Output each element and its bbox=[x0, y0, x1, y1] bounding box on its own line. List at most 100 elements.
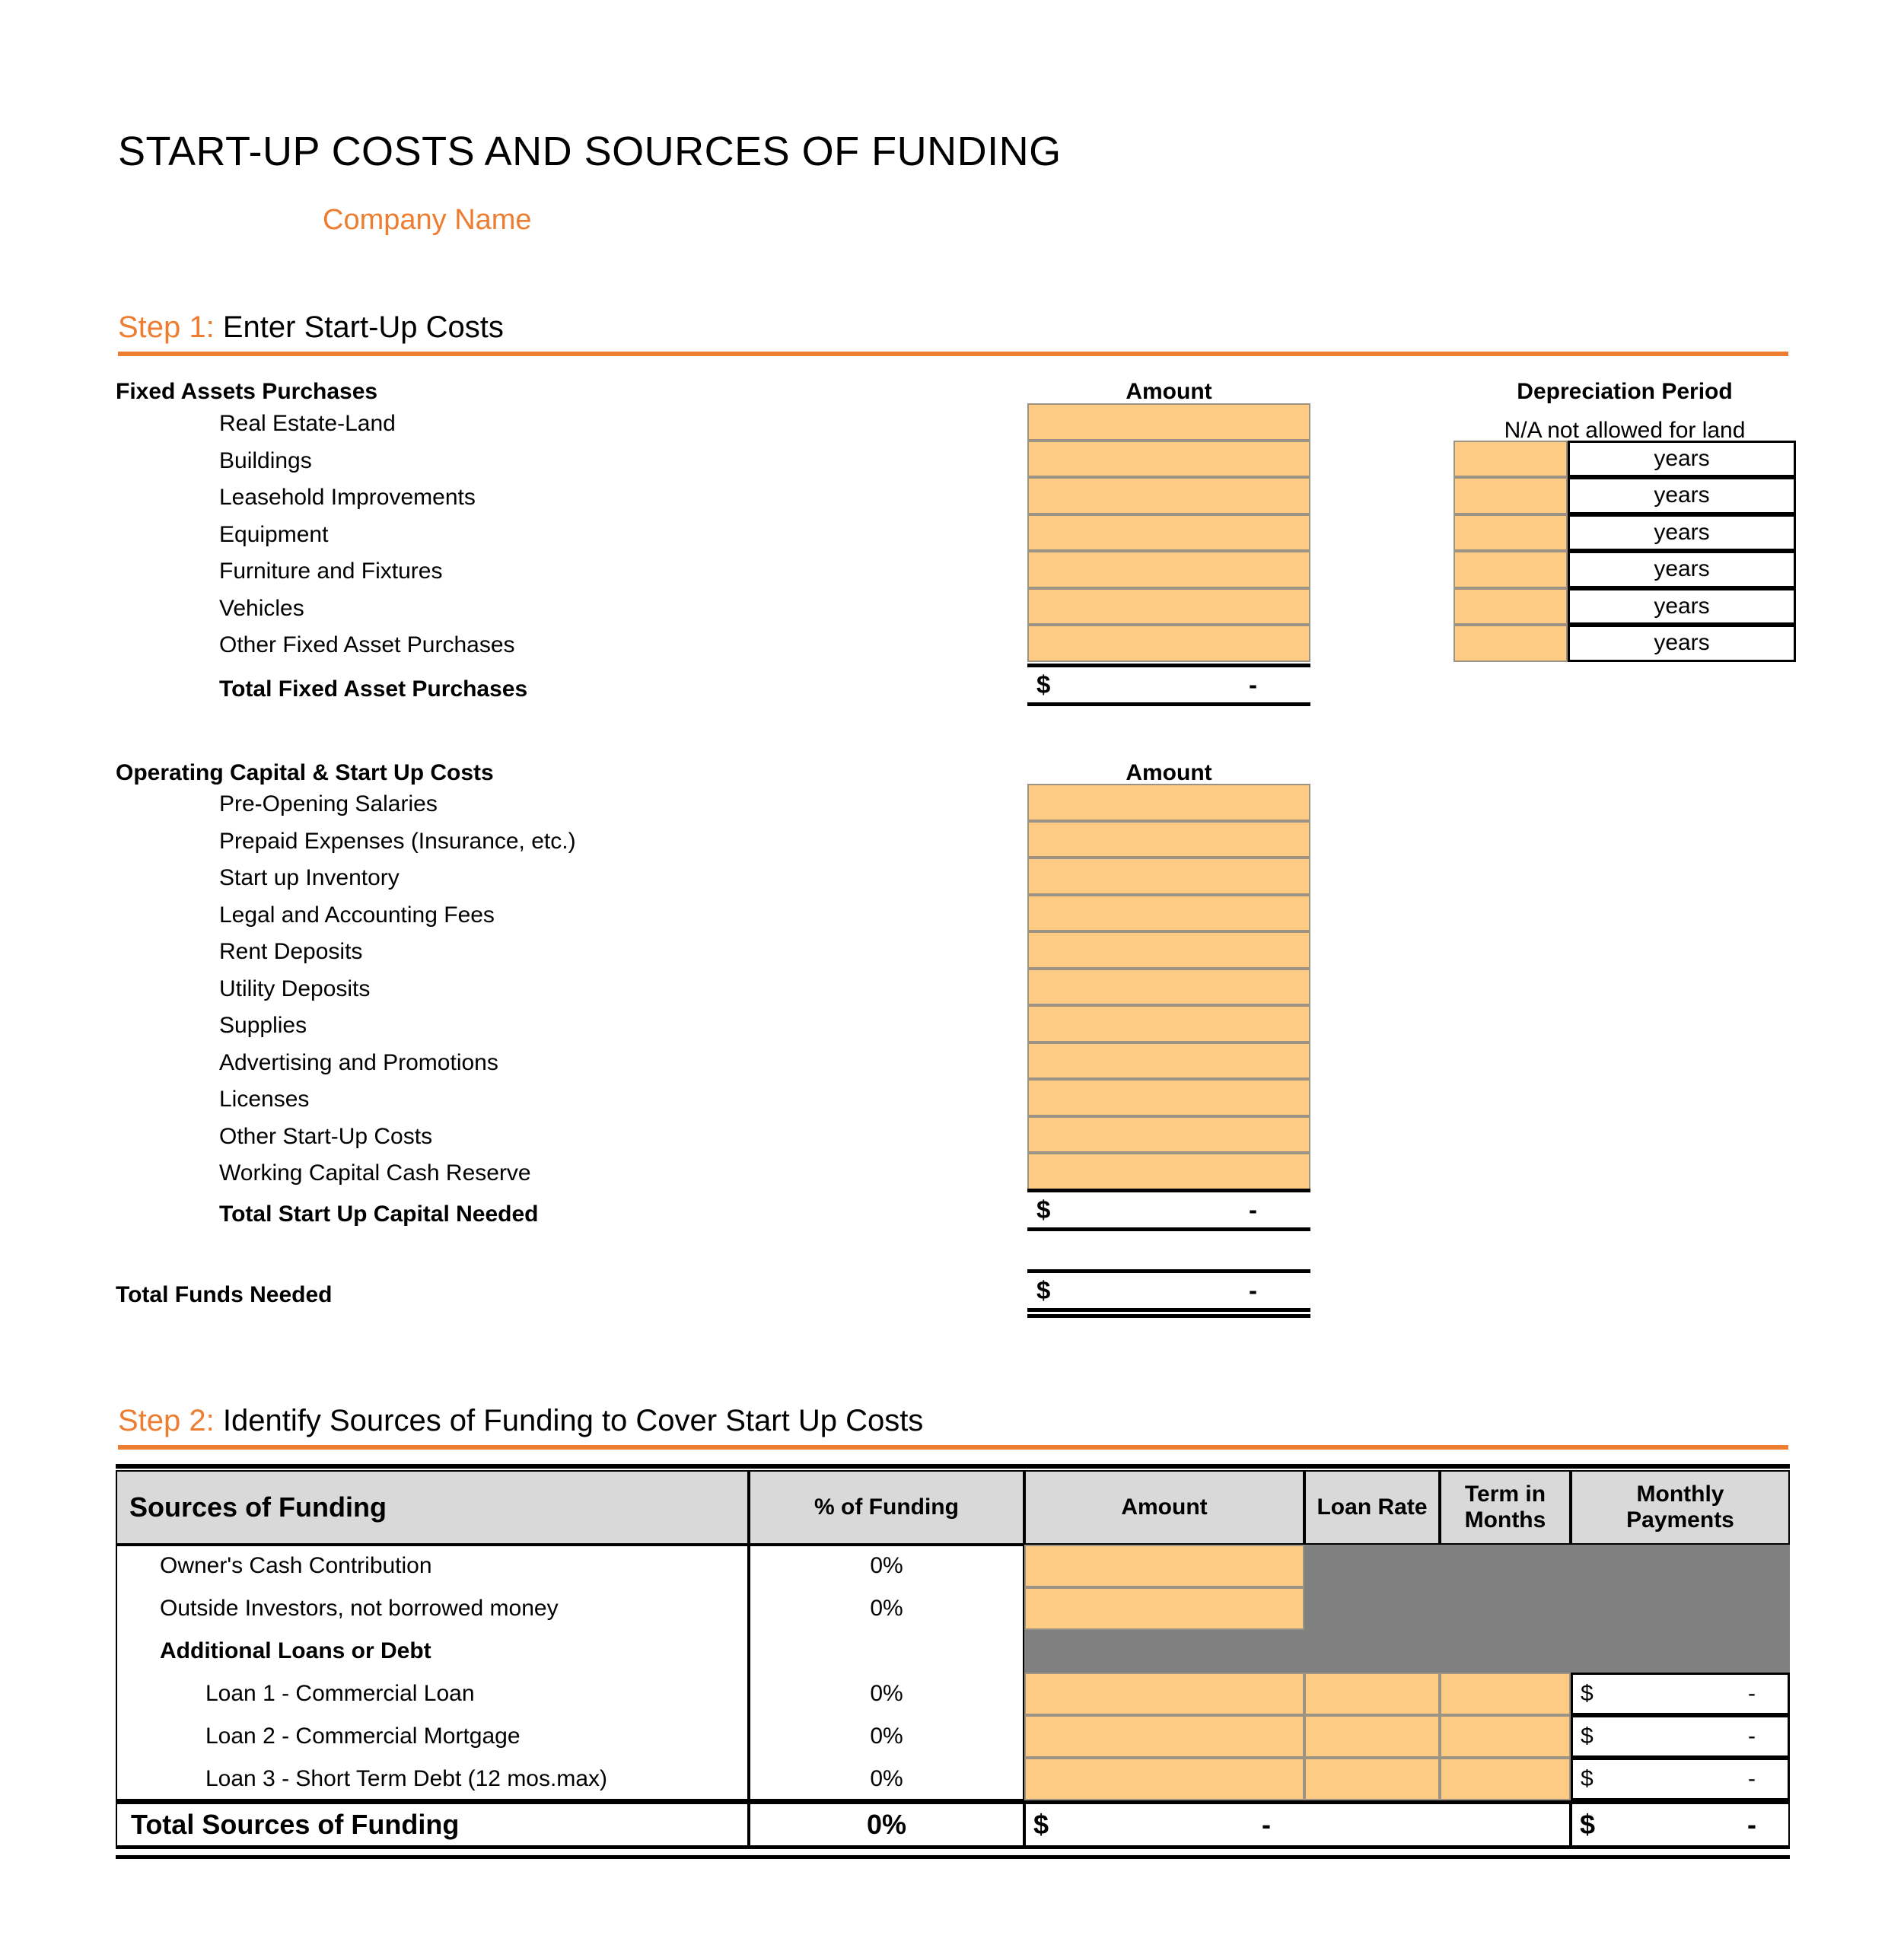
operating-capital-row-label: Licenses bbox=[219, 1087, 310, 1112]
funding-row-source-label: Loan 2 - Commercial Mortgage bbox=[205, 1724, 521, 1749]
fixed-assets-total-label: Total Fixed Asset Purchases bbox=[219, 676, 528, 702]
funding-row-percent-value: 0% bbox=[870, 1681, 903, 1706]
funding-header-amount-label: Amount bbox=[1121, 1494, 1208, 1520]
depreciation-period-input[interactable] bbox=[1453, 551, 1568, 588]
funding-row-source-label: Loan 1 - Commercial Loan bbox=[205, 1681, 475, 1706]
funding-row-rate-input[interactable] bbox=[1304, 1715, 1440, 1758]
funding-row-source-label: Loan 3 - Short Term Debt (12 mos.max) bbox=[205, 1766, 607, 1791]
depreciation-period-input[interactable] bbox=[1453, 625, 1568, 662]
funding-total-payment-value: - bbox=[1747, 1809, 1756, 1840]
operating-capital-amount-input[interactable] bbox=[1027, 931, 1310, 969]
funding-row-source-label: Additional Loans or Debt bbox=[160, 1638, 431, 1663]
funding-row-source: Loan 1 - Commercial Loan bbox=[116, 1673, 749, 1715]
depreciation-note: N/A not allowed for land bbox=[1504, 418, 1746, 443]
operating-capital-amount-input[interactable] bbox=[1027, 968, 1310, 1005]
step-2-rule bbox=[118, 1445, 1788, 1450]
operating-capital-row-label: Utility Deposits bbox=[219, 976, 371, 1001]
step-2-tag: Step 2: bbox=[118, 1404, 215, 1437]
fixed-asset-amount-input[interactable] bbox=[1027, 625, 1310, 662]
operating-capital-row-label: Prepaid Expenses (Insurance, etc.) bbox=[219, 828, 576, 854]
fixed-asset-amount-input[interactable] bbox=[1027, 514, 1310, 551]
funding-row-rate-input[interactable] bbox=[1304, 1673, 1440, 1715]
operating-capital-amount-input[interactable] bbox=[1027, 858, 1310, 895]
funding-header-term: Term in Months bbox=[1440, 1470, 1571, 1545]
fixed-asset-amount-input[interactable] bbox=[1027, 440, 1310, 477]
funding-row-percent-value: 0% bbox=[870, 1724, 903, 1749]
funding-row-rate-blocked bbox=[1304, 1545, 1440, 1587]
operating-capital-row-label: Rent Deposits bbox=[219, 939, 363, 964]
funding-row-term-blocked bbox=[1440, 1545, 1571, 1587]
funding-row-amount-input[interactable] bbox=[1024, 1715, 1304, 1758]
funding-row-percent: 0% bbox=[749, 1673, 1024, 1715]
funding-row-monthly-payment-currency: $ bbox=[1581, 1724, 1594, 1749]
operating-capital-section-label: Operating Capital & Start Up Costs bbox=[116, 760, 494, 785]
fixed-asset-row-label: Leasehold Improvements bbox=[219, 485, 476, 510]
worksheet-page: START-UP COSTS AND SOURCES OF FUNDING Co… bbox=[0, 0, 1904, 1948]
funding-total-payment-currency: $ bbox=[1580, 1809, 1596, 1840]
funding-row-amount-blocked bbox=[1024, 1630, 1304, 1673]
funding-row-amount-input[interactable] bbox=[1024, 1587, 1304, 1630]
operating-capital-total-label: Total Start Up Capital Needed bbox=[219, 1202, 539, 1227]
operating-capital-amount-input[interactable] bbox=[1027, 1005, 1310, 1042]
step-2-heading: Step 2: Identify Sources of Funding to C… bbox=[118, 1404, 923, 1438]
fixed-assets-total-value-row: $ - bbox=[1027, 664, 1310, 706]
funding-row-amount-input[interactable] bbox=[1024, 1758, 1304, 1800]
page-title: START-UP COSTS AND SOURCES OF FUNDING bbox=[118, 129, 1062, 174]
funding-header-payment-line1: Monthly bbox=[1636, 1481, 1724, 1507]
fixed-asset-amount-input[interactable] bbox=[1027, 587, 1310, 625]
operating-capital-amount-input[interactable] bbox=[1027, 894, 1310, 931]
operating-capital-amount-input[interactable] bbox=[1027, 1116, 1310, 1153]
operating-capital-amount-input[interactable] bbox=[1027, 820, 1310, 858]
step-1-title: Enter Start-Up Costs bbox=[214, 310, 504, 344]
funding-row-rate-input[interactable] bbox=[1304, 1758, 1440, 1800]
operating-capital-total-currency: $ bbox=[1036, 1195, 1051, 1224]
funding-total-label: Total Sources of Funding bbox=[131, 1809, 460, 1840]
operating-capital-row-label: Other Start-Up Costs bbox=[219, 1123, 433, 1149]
funding-row-term-input[interactable] bbox=[1440, 1715, 1571, 1758]
funding-row-percent-value: 0% bbox=[870, 1766, 903, 1791]
funding-row-rate-blocked bbox=[1304, 1630, 1440, 1673]
funding-header-percent: % of Funding bbox=[749, 1470, 1024, 1545]
operating-capital-amount-input[interactable] bbox=[1027, 1042, 1310, 1079]
fixed-assets-total-value: - bbox=[1249, 670, 1257, 699]
company-name-field[interactable]: Company Name bbox=[323, 204, 532, 237]
funding-row-term-input[interactable] bbox=[1440, 1758, 1571, 1800]
funding-row-percent: 0% bbox=[749, 1587, 1024, 1630]
funding-header-percent-label: % of Funding bbox=[814, 1494, 959, 1520]
fixed-asset-amount-input[interactable] bbox=[1027, 477, 1310, 514]
operating-capital-row-label: Advertising and Promotions bbox=[219, 1049, 498, 1075]
fixed-asset-amount-input[interactable] bbox=[1027, 551, 1310, 588]
funding-row-monthly-payment: $ - bbox=[1571, 1673, 1790, 1715]
funding-row-rate-blocked bbox=[1304, 1587, 1440, 1630]
funding-table-top-rule bbox=[116, 1464, 1790, 1469]
sources-of-funding-table: Sources of Funding % of Funding Amount Loan… bbox=[116, 1464, 1790, 1859]
depreciation-period-input[interactable] bbox=[1453, 587, 1568, 625]
funding-total-double-rule bbox=[116, 1855, 1790, 1859]
depreciation-period-input[interactable] bbox=[1453, 477, 1568, 514]
funding-header-term-line2: Months bbox=[1464, 1507, 1546, 1533]
funding-total-percent-value: 0% bbox=[866, 1809, 907, 1840]
fixed-asset-row-label: Other Fixed Asset Purchases bbox=[219, 632, 515, 657]
operating-capital-row-label: Legal and Accounting Fees bbox=[219, 902, 495, 928]
funding-row-amount-input[interactable] bbox=[1024, 1545, 1304, 1587]
funding-row-source: Loan 3 - Short Term Debt (12 mos.max) bbox=[116, 1758, 749, 1800]
funding-header-term-line1: Term in bbox=[1464, 1481, 1546, 1507]
fixed-asset-row-label: Furniture and Fixtures bbox=[219, 559, 443, 584]
fixed-asset-amount-input[interactable] bbox=[1027, 403, 1310, 441]
operating-capital-amount-input[interactable] bbox=[1027, 784, 1310, 821]
funding-row-amount-input[interactable] bbox=[1024, 1673, 1304, 1715]
operating-capital-amount-input[interactable] bbox=[1027, 1153, 1310, 1190]
funding-row-percent-value: 0% bbox=[870, 1596, 903, 1621]
funding-row-percent bbox=[749, 1630, 1024, 1673]
depreciation-years-unit: years bbox=[1568, 477, 1796, 514]
funding-header-payment-line2: Payments bbox=[1626, 1507, 1734, 1533]
funding-row-monthly-payment: $ - bbox=[1571, 1758, 1790, 1800]
depreciation-period-input[interactable] bbox=[1453, 440, 1568, 477]
funding-row-monthly-payment-value: - bbox=[1748, 1724, 1756, 1749]
fixed-asset-row-label: Vehicles bbox=[219, 595, 304, 621]
depreciation-period-input[interactable] bbox=[1453, 514, 1568, 551]
depreciation-period-header: Depreciation Period bbox=[1517, 379, 1733, 404]
funding-row-percent: 0% bbox=[749, 1545, 1024, 1587]
funding-row-term-input[interactable] bbox=[1440, 1673, 1571, 1715]
operating-capital-amount-input[interactable] bbox=[1027, 1079, 1310, 1116]
